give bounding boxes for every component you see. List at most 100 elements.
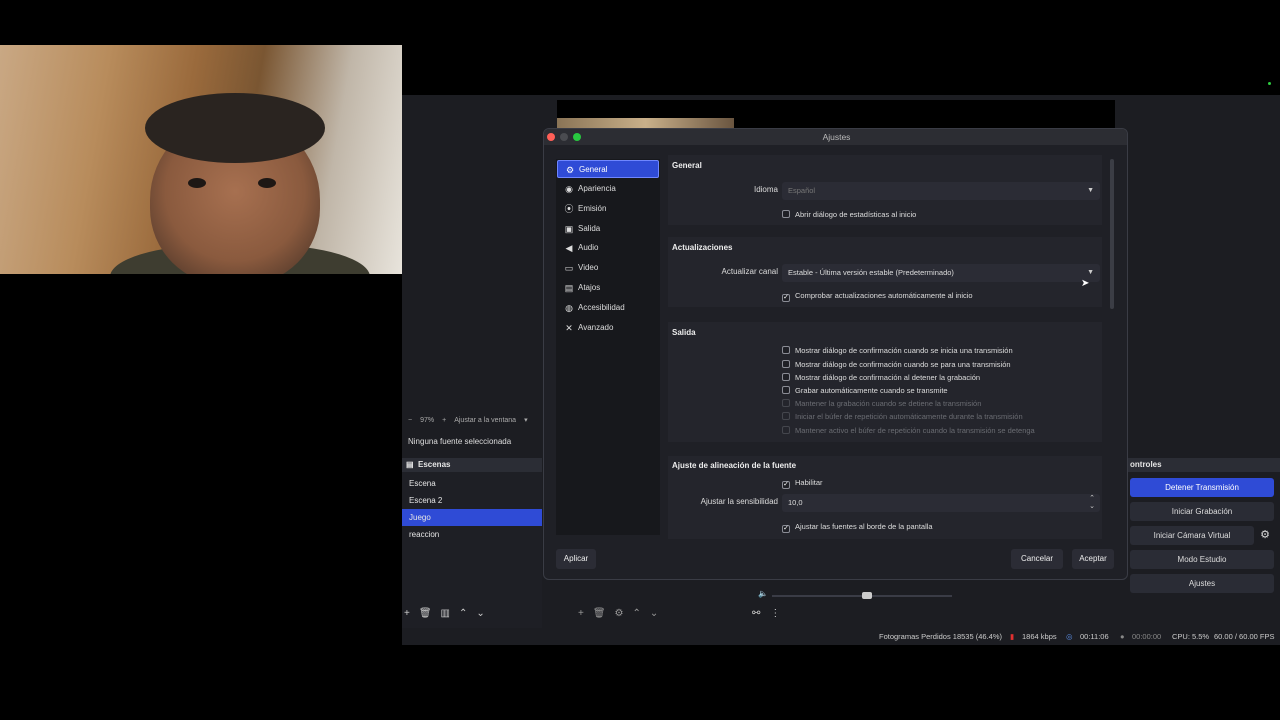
filter-icon[interactable]: ▥ [441, 608, 450, 622]
scene-item[interactable]: Escena 2 [402, 492, 542, 509]
preview-zoom-bar: − 97% + Ajustar a la ventana ▾ [402, 413, 542, 427]
studio-mode-button[interactable]: Modo Estudio [1130, 550, 1274, 569]
nav-label: Salida [578, 224, 601, 233]
chevron-up-icon[interactable]: ⌃ [633, 608, 641, 622]
volume-slider[interactable]: 🔈 [758, 589, 968, 601]
nav-label: General [579, 165, 608, 174]
nav-audio[interactable]: ◀ Audio [557, 239, 659, 257]
confirm-stop-checkbox[interactable]: Mostrar diálogo de confirmación cuando s… [782, 360, 1011, 369]
checkbox-label: Habilitar [795, 478, 823, 487]
accept-button[interactable]: Aceptar [1072, 549, 1114, 569]
maximize-window-button[interactable] [573, 133, 581, 141]
general-section: General Idioma Español ▼ Abrir diálogo d… [668, 155, 1102, 225]
settings-button[interactable]: Ajustes [1130, 574, 1274, 593]
checkbox-label: Mantener activo el búfer de repetición c… [795, 426, 1035, 435]
output-section: Salida Mostrar diálogo de confirmación c… [668, 322, 1102, 442]
mixer-toolbar: ⚯ ⋮ [752, 608, 792, 622]
speaker-icon[interactable]: 🔈 [758, 589, 768, 598]
chevron-down-icon[interactable]: ▾ [524, 416, 528, 424]
sensitivity-label: Ajustar la sensibilidad [700, 497, 778, 506]
checkbox-box[interactable] [782, 346, 790, 354]
start-recording-button[interactable]: Iniciar Grabación [1130, 502, 1274, 521]
stop-stream-button[interactable]: Detener Transmisión [1130, 478, 1274, 497]
scene-item[interactable]: reaccion [402, 526, 542, 543]
checkbox-box[interactable] [782, 386, 790, 394]
scene-item[interactable]: Escena [402, 475, 542, 492]
checkbox-label: Ajustar las fuentes al borde de la panta… [795, 522, 933, 531]
virtual-camera-button[interactable]: Iniciar Cámara Virtual [1130, 526, 1254, 545]
checkbox-box [782, 399, 790, 407]
update-channel-select[interactable]: Estable - Última versión estable (Predet… [782, 264, 1100, 282]
link-icon[interactable]: ⚯ [752, 608, 760, 622]
add-scene-icon[interactable]: + [404, 608, 410, 622]
nav-label: Audio [578, 243, 599, 252]
settings-nav: ⚙ General ◉ Apariencia ⦿ Emisión ▣ Salid… [556, 159, 660, 535]
checkbox-label: Mostrar diálogo de confirmación al deten… [795, 373, 981, 382]
broadcast-icon: ⦿ [564, 204, 574, 214]
language-label: Idioma [753, 185, 778, 194]
nav-hotkeys[interactable]: ▤ Atajos [557, 279, 659, 297]
more-icon[interactable]: ⋮ [770, 608, 780, 622]
webcam-eye-left [188, 178, 206, 188]
stats-checkbox[interactable]: Abrir diálogo de estadísticas al inicio [782, 210, 916, 219]
confirm-start-checkbox[interactable]: Mostrar diálogo de confirmación cuando s… [782, 346, 1013, 355]
checkbox-label: Iniciar el búfer de repetición automátic… [795, 412, 1023, 421]
content-scrollbar[interactable] [1110, 159, 1114, 309]
trash-icon[interactable]: 🗑 [593, 608, 606, 622]
zoom-in-button[interactable]: + [442, 417, 446, 424]
source-context-bar: Ninguna fuente seleccionada [402, 433, 542, 451]
checkbox-box[interactable]: ✓ [782, 525, 790, 533]
scene-item-selected[interactable]: Juego [402, 509, 542, 526]
gear-icon[interactable]: ⚙ [615, 608, 624, 622]
chevron-down-icon[interactable]: ⌄ [650, 608, 658, 622]
zoom-out-button[interactable]: − [408, 417, 412, 424]
webcam-overlay [0, 45, 402, 274]
checkbox-box[interactable] [782, 373, 790, 381]
nav-label: Avanzado [578, 323, 614, 332]
nav-label: Accesibilidad [578, 303, 625, 312]
replay-buffer-keep-checkbox: Mantener activo el búfer de repetición c… [782, 426, 1035, 435]
add-source-icon[interactable]: + [578, 608, 584, 622]
mouse-cursor-icon: ➤ [1081, 278, 1090, 289]
fit-window-button[interactable]: Ajustar a la ventana [454, 417, 516, 424]
snap-enable-checkbox[interactable]: ✓ Habilitar [782, 478, 823, 489]
nav-accessibility[interactable]: ◍ Accesibilidad [557, 299, 659, 317]
close-window-button[interactable] [547, 133, 555, 141]
confirm-stop-recording-checkbox[interactable]: Mostrar diálogo de confirmación al deten… [782, 373, 980, 382]
language-select[interactable]: Español ▼ [782, 182, 1100, 200]
auto-update-checkbox[interactable]: ✓ Comprobar actualizaciones automáticamen… [782, 291, 973, 302]
minimize-window-button[interactable] [560, 133, 568, 141]
keep-recording-checkbox: Mantener la grabación cuando se detiene … [782, 399, 981, 408]
checkbox-box[interactable]: ✓ [782, 294, 790, 302]
trash-icon[interactable]: 🗑 [419, 608, 432, 622]
checkbox-box[interactable] [782, 210, 790, 218]
sensitivity-spinbox[interactable]: 10,0 ⌃ ⌄ [782, 494, 1100, 512]
cancel-button[interactable]: Cancelar [1011, 549, 1063, 569]
cpu-usage: CPU: 5.5% [1172, 632, 1210, 641]
dialog-title: Ajustes [822, 132, 851, 142]
record-icon: ● [1120, 632, 1125, 641]
chevron-up-icon[interactable]: ⌃ [1089, 495, 1095, 503]
chevron-down-icon[interactable]: ⌄ [1089, 503, 1095, 511]
apply-button[interactable]: Aplicar [556, 549, 596, 569]
checkbox-box [782, 412, 790, 420]
chevron-down-icon[interactable]: ⌄ [476, 608, 484, 622]
nav-stream[interactable]: ⦿ Emisión [557, 200, 659, 218]
nav-advanced[interactable]: ✕ Avanzado [557, 319, 659, 337]
volume-knob[interactable] [862, 592, 872, 599]
scenes-panel: ▤ Escenas Escena Escena 2 Juego reaccion [402, 458, 542, 628]
stream-time: 00:11:06 [1080, 632, 1109, 641]
nav-output[interactable]: ▣ Salida [557, 220, 659, 238]
checkbox-box[interactable] [782, 360, 790, 368]
nav-video[interactable]: ▭ Video [557, 259, 659, 277]
section-title: General [672, 161, 702, 170]
checkbox-box[interactable]: ✓ [782, 481, 790, 489]
record-time: 00:00:00 [1132, 632, 1162, 641]
nav-appearance[interactable]: ◉ Apariencia [557, 180, 659, 198]
chevron-up-icon[interactable]: ⌃ [459, 608, 467, 622]
snap-edges-checkbox[interactable]: ✓ Ajustar las fuentes al borde de la pant… [782, 522, 933, 533]
gear-icon[interactable]: ⚙ [1257, 528, 1273, 544]
nav-general[interactable]: ⚙ General [557, 160, 659, 178]
sensitivity-value: 10,0 [788, 498, 803, 507]
auto-record-checkbox[interactable]: Grabar automáticamente cuando se transmi… [782, 386, 948, 395]
